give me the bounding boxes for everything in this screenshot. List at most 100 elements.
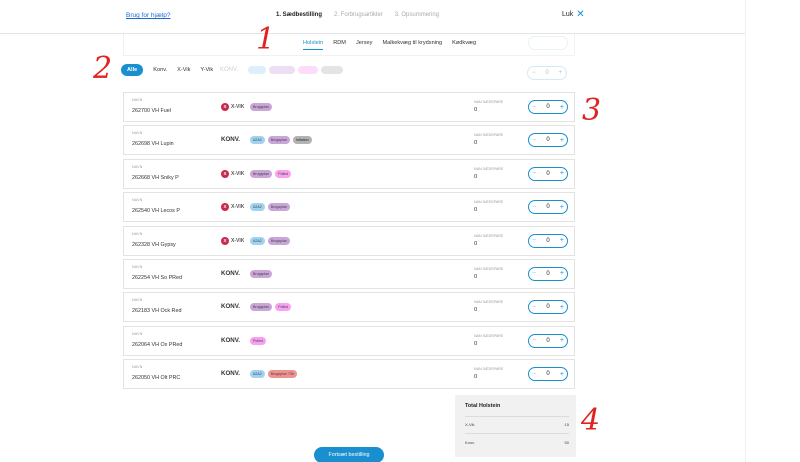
minus-icon[interactable]: − — [532, 170, 536, 177]
quantity-stepper[interactable]: − 0 + — [528, 100, 568, 114]
quantity-stepper[interactable]: − 0 + — [528, 333, 568, 348]
quantity-value[interactable]: 0 — [546, 371, 549, 377]
product-tag: Polled — [250, 336, 266, 345]
minus-icon[interactable]: − — [532, 137, 536, 144]
product-tags: Brugsplan — [250, 103, 273, 111]
quantity-stepper[interactable]: − 0 + — [528, 133, 568, 148]
product-tags: Brugsplan Polled — [250, 303, 292, 312]
quantity-value[interactable]: 0 — [546, 338, 549, 344]
faded-quantity-stepper: −0 + — [527, 66, 567, 80]
product-tag: A2A2 — [250, 203, 265, 212]
minus-icon[interactable]: − — [532, 270, 536, 277]
quantity-value[interactable]: 0 — [546, 104, 549, 110]
plus-icon[interactable]: + — [560, 304, 564, 311]
xvik-logo-icon: X — [221, 236, 229, 245]
minus-icon[interactable]: − — [532, 304, 536, 311]
product-tag: Polled — [275, 169, 292, 178]
product-tags: Polled — [250, 336, 266, 345]
semen-type: X X-VIK — [221, 236, 244, 245]
quantity-stepper[interactable]: − 0 + — [528, 266, 568, 281]
quantity-value[interactable]: 0 — [546, 204, 549, 210]
total-row-value: 50 — [564, 440, 569, 445]
minus-icon[interactable]: − — [532, 104, 536, 111]
product-name: 262668 VH Sniky P — [132, 174, 179, 181]
semen-type-label: KONV. — [221, 303, 241, 311]
semen-type: X X-VIK — [221, 103, 244, 111]
top-header: Brug for hjælp? 1. Sædbestilling 2. Forb… — [0, 0, 745, 33]
plus-icon[interactable]: + — [560, 237, 564, 244]
total-row-xvik: X-Vik 15 — [465, 422, 569, 427]
filter-yvik[interactable]: Y-Vik — [200, 67, 213, 73]
plus-icon[interactable]: + — [560, 204, 564, 211]
minus-icon[interactable]: − — [532, 337, 536, 344]
checkout-steps: 1. Sædbestilling 2. Forbrugsartikler 3. … — [276, 12, 439, 18]
tab-jersey[interactable]: Jersey — [356, 40, 372, 50]
plus-icon[interactable]: + — [560, 270, 564, 277]
faded-stepper — [528, 36, 568, 50]
stock-value: 0 — [474, 340, 478, 347]
filter-alle[interactable]: Alle — [121, 64, 144, 76]
semen-type: KONV. — [221, 270, 240, 277]
semen-type-label: KONV. — [221, 136, 241, 144]
minus-icon[interactable]: − — [532, 371, 536, 378]
minus-icon[interactable]: − — [532, 237, 536, 244]
help-link[interactable]: Brug for hjælp? — [126, 12, 170, 19]
product-tag: Brugsplan — [250, 269, 273, 278]
quantity-value[interactable]: 0 — [546, 271, 549, 277]
faded-qty: 0 — [545, 70, 549, 76]
tab-koedkvaeg[interactable]: Kødkvæg — [452, 40, 476, 50]
product-tag: Brugsplan — [267, 136, 290, 145]
tab-malkekvaeg[interactable]: Malkekvæg til krydsning — [382, 40, 442, 50]
quantity-stepper[interactable]: − 0 + — [528, 300, 568, 315]
filter-xvik[interactable]: X-Vik — [177, 67, 190, 73]
step-3[interactable]: 3. Opsummering — [395, 12, 439, 18]
product-name: 262540 VH Lecos P — [132, 208, 180, 215]
step-2[interactable]: 2. Forbrugsartikler — [334, 12, 383, 18]
plus-icon[interactable]: + — [560, 137, 564, 144]
plus-icon[interactable]: + — [560, 337, 564, 344]
minus-icon[interactable]: − — [532, 204, 536, 211]
semen-type: KONV. — [221, 303, 240, 310]
quantity-value[interactable]: 0 — [546, 304, 549, 310]
product-row: NAVN 262668 VH Sniky P X X-VIK Brugsplan Poll… — [123, 158, 575, 189]
semen-type: KONV. — [221, 370, 240, 377]
xvik-logo-icon: X — [221, 169, 229, 178]
stock-value: 0 — [474, 240, 478, 247]
filter-konv[interactable]: Konv. — [153, 67, 167, 73]
stock-value: 0 — [474, 374, 478, 381]
tab-holstein[interactable]: Holstein — [303, 40, 324, 50]
product-name-label: NAVN — [132, 131, 143, 136]
annotation-2: 2 — [93, 51, 113, 86]
stock-value: 0 — [474, 173, 478, 180]
tab-rdm[interactable]: RDM — [333, 40, 346, 50]
quantity-stepper[interactable]: − 0 + — [528, 367, 568, 382]
total-row-label: Konv. — [465, 440, 475, 445]
total-title: Total Holstein — [465, 403, 501, 409]
faded-row-behind-filters: KONV. −0 + — [220, 66, 575, 80]
plus-icon[interactable]: + — [560, 170, 564, 177]
product-tags: A2A2 Brugsplan Inflation — [250, 136, 312, 145]
product-name-label: NAVN — [132, 264, 143, 269]
product-tag: A2A2 — [250, 136, 265, 145]
plus-icon[interactable]: + — [560, 371, 564, 378]
close-button[interactable]: Luk ✕ — [562, 10, 585, 20]
xvik-logo-icon: X — [221, 103, 229, 111]
plus-icon[interactable]: + — [560, 104, 564, 111]
semen-type-label: KONV. — [221, 269, 241, 277]
step-1[interactable]: 1. Sædbestilling — [276, 12, 322, 18]
right-gutter — [745, 0, 800, 462]
quantity-value[interactable]: 0 — [546, 238, 549, 244]
quantity-value[interactable]: 0 — [546, 171, 549, 177]
product-row: NAVN 262050 VH Olt PRC KONV. A2A2 Brugsplan … — [123, 359, 575, 390]
quantity-stepper[interactable]: − 0 + — [528, 166, 568, 181]
quantity-value[interactable]: 0 — [546, 137, 549, 143]
quantity-stepper[interactable]: − 0 + — [528, 200, 568, 215]
product-tag: Brugsplan — [267, 203, 290, 212]
stock-label: NAN SÆDSPARE — [474, 100, 504, 104]
continue-order-button[interactable]: Fortsæt bestilling — [314, 447, 384, 462]
product-row: NAVN 262064 VH Ox PRed KONV. Polled NAN SÆDS… — [123, 325, 575, 356]
stock-value: 0 — [474, 307, 478, 314]
quantity-stepper[interactable]: − 0 + — [528, 233, 568, 248]
stock-label: NAN SÆDSPARE — [474, 200, 504, 205]
semen-type: X X-VIK — [221, 169, 244, 178]
